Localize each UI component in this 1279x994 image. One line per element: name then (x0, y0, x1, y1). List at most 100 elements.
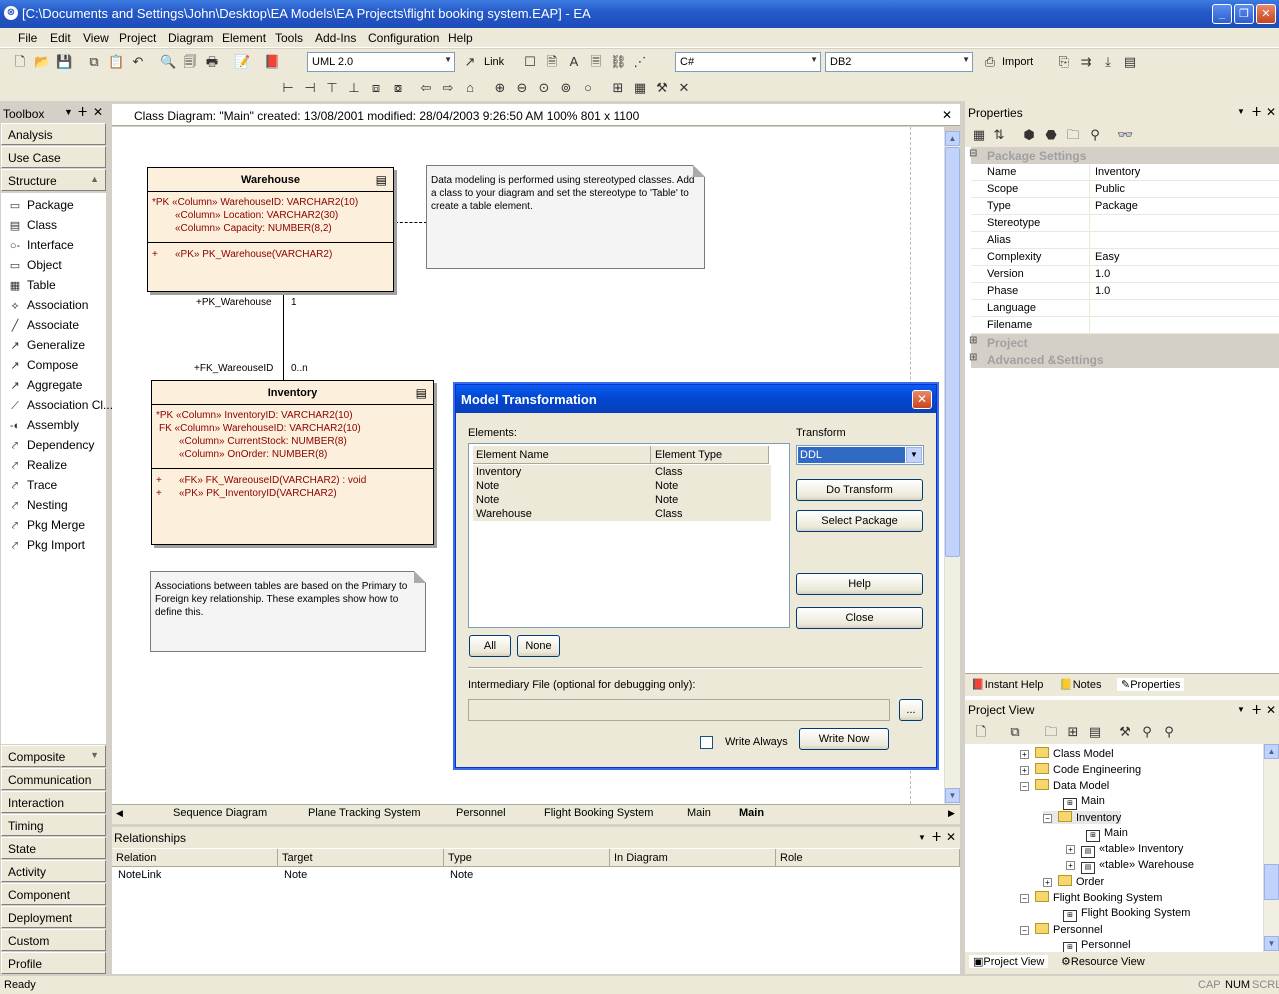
close-icon[interactable]: ✕ (946, 830, 956, 844)
toolbox-group-analysis[interactable]: Analysis (1, 123, 106, 145)
intermediary-file-input[interactable] (468, 699, 890, 721)
link-icon[interactable]: ↗ (462, 54, 478, 70)
warehouse-table[interactable]: Warehouse ▤ *PK «Column» WarehouseID: VA… (147, 167, 394, 292)
copy-icon[interactable]: ⧉ (1007, 724, 1023, 740)
ea-app-icon[interactable]: ⊗ (4, 6, 18, 20)
note-link-line[interactable] (395, 222, 427, 223)
tab-flight-booking-system[interactable]: Flight Booking System (544, 807, 653, 819)
minimize-button[interactable]: _ (1212, 4, 1232, 24)
tab-resource-view[interactable]: ⚙Resource View (1061, 955, 1145, 968)
write-now-button[interactable]: Write Now (799, 728, 889, 750)
toolbox-group-profile[interactable]: Profile (1, 952, 106, 974)
link-label[interactable]: Link (484, 56, 504, 68)
collapse-icon[interactable]: − (1020, 926, 1029, 935)
tab-project-view[interactable]: ▣Project View (969, 955, 1049, 968)
rectangle-icon[interactable]: ☐ (522, 54, 538, 70)
tab-instant-help[interactable]: 📕Instant Help (971, 678, 1043, 691)
pin-icon[interactable]: ⵜ (1252, 105, 1261, 119)
tab-scroll-right-icon[interactable]: ▶ (948, 808, 955, 819)
zoom-icon[interactable]: ○ (580, 80, 596, 96)
expand-icon[interactable]: + (1066, 845, 1075, 854)
language-select[interactable]: C# ▼ (675, 52, 821, 72)
expand-icon[interactable]: + (1043, 878, 1052, 887)
toolbox-group-structure[interactable]: Structure ▲ (1, 169, 106, 191)
same-height-icon[interactable]: ⧇ (390, 80, 406, 96)
new-icon[interactable]: 🗋 (12, 54, 28, 70)
tab-personnel[interactable]: Personnel (456, 807, 506, 819)
scroll-thumb[interactable] (1264, 864, 1279, 900)
tree-node-personnel-diagram[interactable]: ⊞ Personnel (1063, 939, 1131, 952)
collapse-icon[interactable]: − (1043, 814, 1052, 823)
property-version[interactable]: Version 1.0 (971, 266, 1279, 283)
menu-view[interactable]: View (83, 31, 109, 45)
element-icon[interactable]: ▤ (1087, 724, 1103, 740)
toolbox-group-interaction[interactable]: Interaction (1, 791, 106, 813)
tab-scroll-left-icon[interactable]: ◀ (116, 808, 123, 819)
copy-icon[interactable]: ⧉ (86, 54, 102, 70)
toolbox-group-activity[interactable]: Activity (1, 860, 106, 882)
print-icon[interactable]: 🖶 (204, 54, 220, 70)
project-tree-scrollbar[interactable]: ▲ ▼ (1263, 744, 1279, 952)
property-language[interactable]: Language (971, 300, 1279, 317)
categorized-icon[interactable]: ▦ (971, 127, 987, 143)
grid-icon[interactable]: ▦ (632, 80, 648, 96)
scroll-up-icon[interactable]: ▲ (945, 131, 960, 146)
menu-element[interactable]: Element (222, 31, 266, 45)
zoom-in-icon[interactable]: ⊕ (492, 80, 508, 96)
tool-interface[interactable]: ○- Interface (7, 238, 74, 256)
export-icon[interactable]: ⤓ (1100, 54, 1116, 70)
align-top-icon[interactable]: ⊤ (324, 80, 340, 96)
group-package-settings[interactable]: ⊟ Package Settings (969, 147, 1279, 164)
close-icon[interactable]: ✕ (93, 105, 103, 119)
group-project[interactable]: ⊞ Project (969, 334, 1279, 351)
menu-help[interactable]: Help (448, 31, 473, 45)
select-package-button[interactable]: Select Package (796, 510, 923, 532)
expand-icon[interactable]: ⊞ (969, 352, 977, 363)
group-advanced-settings[interactable]: ⊞ Advanced &Settings (969, 351, 1279, 368)
menu-tools[interactable]: Tools (275, 31, 303, 45)
tool-association-class[interactable]: ⟋ Association Cl... (7, 398, 113, 416)
toolbox-group-state[interactable]: State (1, 837, 106, 859)
glasses-icon[interactable]: 👓 (1117, 127, 1133, 143)
search-icon[interactable]: ⚲ (1161, 724, 1177, 740)
home-icon[interactable]: ⌂ (462, 80, 478, 96)
sync-icon[interactable]: ⇉ (1078, 54, 1094, 70)
tree-node-code-engineering[interactable]: + Code Engineering (1020, 763, 1141, 776)
tree-node-class-model[interactable]: + Class Model (1020, 747, 1114, 760)
import-icon[interactable]: ⎙ (982, 54, 998, 70)
tool-object[interactable]: ▭ Object (7, 258, 62, 276)
property-phase[interactable]: Phase 1.0 (971, 283, 1279, 300)
tree-node-table-inventory[interactable]: + ▤ «table» Inventory (1066, 843, 1183, 858)
toolbox-group-component[interactable]: Component (1, 883, 106, 905)
layout-icon[interactable]: ⊞ (610, 80, 626, 96)
tool-trace[interactable]: ⤤ Trace (7, 478, 57, 496)
transform-select[interactable]: DDL ▼ (796, 445, 924, 465)
tab-main-active[interactable]: Main (739, 807, 764, 819)
dropdown-icon[interactable]: ▼ (1237, 107, 1245, 116)
canvas-scrollbar[interactable]: ▲ ▼ (944, 131, 960, 804)
close-diagram-icon[interactable]: ✕ (942, 108, 952, 122)
chevron-down-icon[interactable]: ▼ (906, 447, 922, 463)
menu-configuration[interactable]: Configuration (368, 31, 439, 45)
menu-diagram[interactable]: Diagram (168, 31, 213, 45)
note-icon[interactable]: 🗎 (544, 54, 560, 70)
menu-project[interactable]: Project (119, 31, 156, 45)
tree-node-personnel[interactable]: − Personnel (1020, 923, 1103, 936)
dropdown-icon[interactable]: ▼ (1237, 705, 1245, 714)
property-complexity[interactable]: Complexity Easy (971, 249, 1279, 266)
toolbox-group-timing[interactable]: Timing (1, 814, 106, 836)
notes-icon[interactable]: 📝 (234, 54, 250, 70)
paste-icon[interactable]: 📋 (108, 54, 124, 70)
toolbox-group-deployment[interactable]: Deployment (1, 906, 106, 928)
options-icon[interactable]: ▤ (1122, 54, 1138, 70)
tool-package[interactable]: ▭ Package (7, 198, 74, 216)
zoom-fit-icon[interactable]: ⊙ (536, 80, 552, 96)
tool-nesting[interactable]: ⤤ Nesting (7, 498, 68, 516)
menu-add-ins[interactable]: Add-Ins (315, 31, 356, 45)
column-target[interactable]: Target (278, 849, 444, 867)
toolbox-group-communication[interactable]: Communication (1, 768, 106, 790)
dashed-line-icon[interactable]: ⋰ (632, 54, 648, 70)
dropdown-icon[interactable]: ▼ (64, 107, 73, 117)
expand-icon[interactable]: + (1020, 750, 1029, 759)
tree-node-data-model[interactable]: − Data Model (1020, 779, 1109, 792)
